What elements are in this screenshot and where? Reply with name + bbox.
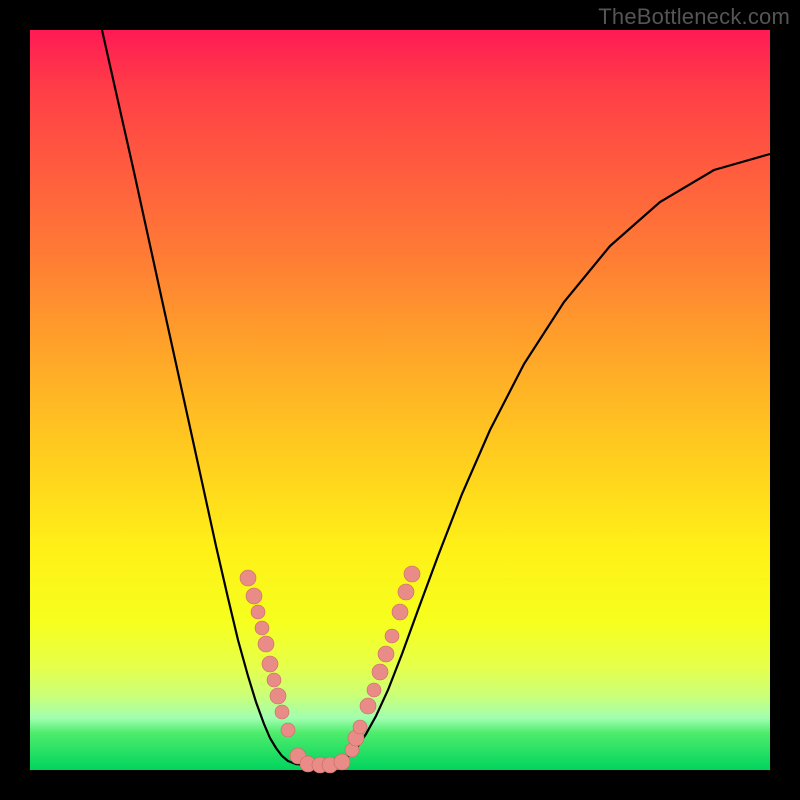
data-dot — [385, 629, 399, 643]
data-dot — [404, 566, 420, 582]
watermark-text: TheBottleneck.com — [598, 4, 790, 30]
data-dot — [367, 683, 381, 697]
dots-layer — [30, 30, 770, 770]
data-dot — [258, 636, 274, 652]
data-dot — [353, 720, 367, 734]
data-dot — [275, 705, 289, 719]
dots-group — [240, 566, 420, 773]
data-dot — [392, 604, 408, 620]
data-dot — [372, 664, 388, 680]
data-dot — [334, 754, 350, 770]
data-dot — [398, 584, 414, 600]
data-dot — [378, 646, 394, 662]
data-dot — [240, 570, 256, 586]
data-dot — [267, 673, 281, 687]
data-dot — [281, 723, 295, 737]
data-dot — [246, 588, 262, 604]
chart-frame: TheBottleneck.com — [0, 0, 800, 800]
data-dot — [262, 656, 278, 672]
data-dot — [251, 605, 265, 619]
data-dot — [255, 621, 269, 635]
plot-area — [30, 30, 770, 770]
data-dot — [360, 698, 376, 714]
data-dot — [270, 688, 286, 704]
